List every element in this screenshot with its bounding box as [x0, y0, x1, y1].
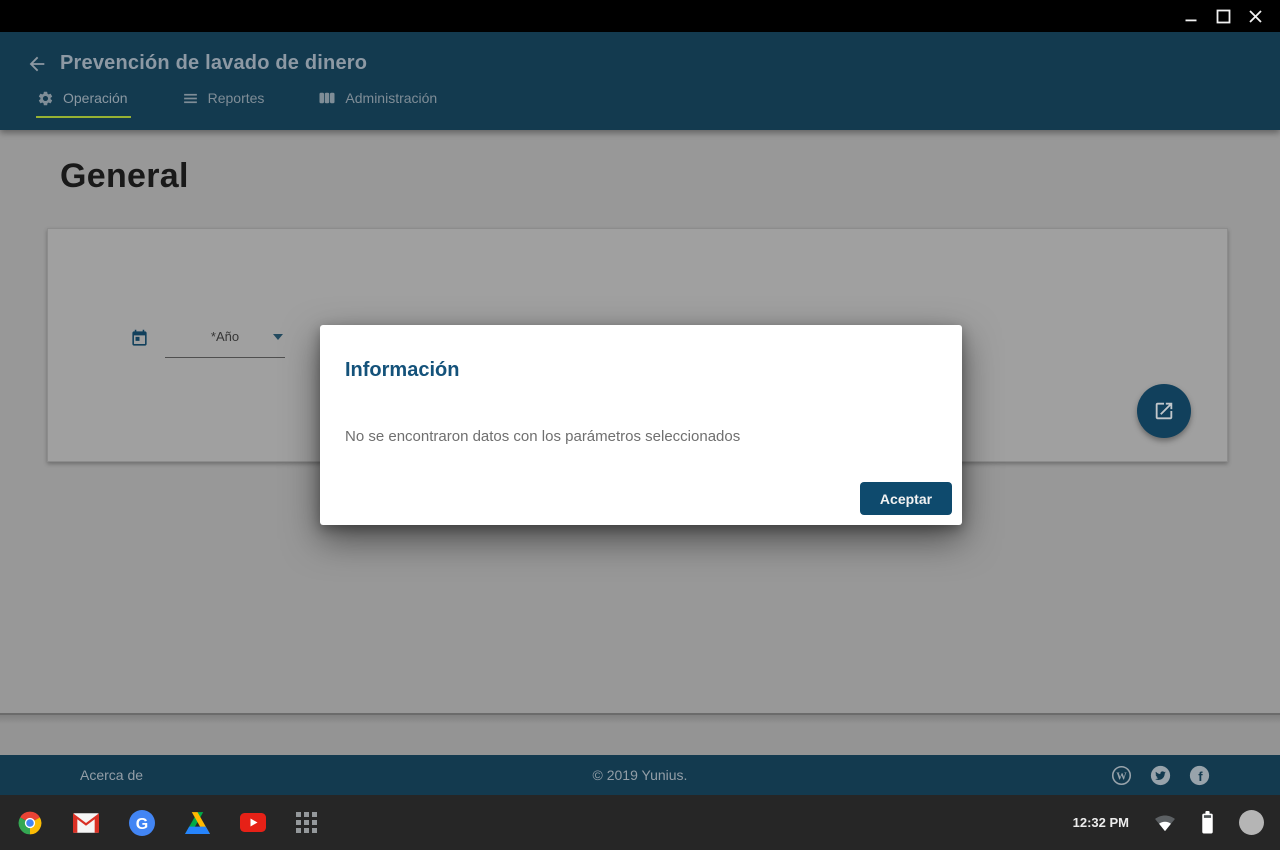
shelf: G 12:32 PM	[0, 795, 1280, 850]
wifi-icon	[1154, 814, 1176, 832]
gear-icon	[37, 90, 54, 107]
facebook-icon: f	[1189, 765, 1210, 786]
tab-bar: Operación Reportes Administración	[0, 87, 1280, 118]
tab-label: Reportes	[208, 90, 265, 106]
svg-text:G: G	[136, 816, 148, 833]
tab-label: Administración	[345, 90, 437, 106]
drive-icon	[185, 812, 210, 834]
gmail-app-button[interactable]	[73, 813, 99, 833]
close-button[interactable]	[1239, 0, 1271, 32]
columns-icon	[318, 89, 336, 107]
minimize-icon	[1184, 9, 1198, 23]
app-footer: Acerca de © 2019 Yunius. W f	[0, 755, 1280, 795]
social-links: W f	[1111, 765, 1210, 786]
dialog-title: Información	[345, 359, 459, 382]
page-header-title: Prevención de lavado de dinero	[60, 52, 367, 75]
screen: Prevención de lavado de dinero Operación…	[0, 0, 1280, 850]
youtube-icon	[240, 813, 266, 832]
google-icon: G	[129, 810, 155, 836]
calendar-icon	[130, 329, 149, 348]
tab-reportes[interactable]: Reportes	[181, 87, 268, 118]
svg-text:W: W	[1116, 771, 1127, 782]
tab-label: Operación	[63, 90, 128, 106]
avatar	[1239, 810, 1264, 835]
year-select-box: *Año	[165, 329, 285, 358]
google-app-button[interactable]: G	[129, 810, 155, 836]
shelf-apps: G	[0, 810, 317, 836]
maximize-icon	[1216, 9, 1231, 24]
app-launcher-button[interactable]	[296, 812, 317, 833]
twitter-icon	[1150, 765, 1171, 786]
arrow-left-icon	[26, 53, 48, 75]
export-fab-button[interactable]	[1137, 384, 1191, 438]
chevron-down-icon	[273, 334, 283, 340]
window-titlebar	[0, 0, 1280, 32]
info-dialog: Información No se encontraron datos con …	[320, 325, 962, 525]
svg-text:f: f	[1198, 769, 1203, 784]
twitter-link[interactable]	[1150, 765, 1171, 786]
accept-button[interactable]: Aceptar	[860, 482, 952, 515]
gmail-icon	[73, 813, 99, 833]
close-icon	[1248, 9, 1263, 24]
open-in-new-icon	[1153, 400, 1175, 422]
status-tray[interactable]: 12:32 PM	[1073, 810, 1280, 835]
minimize-button[interactable]	[1175, 0, 1207, 32]
tab-administracion[interactable]: Administración	[317, 87, 440, 118]
chrome-icon	[17, 810, 43, 836]
app-header: Prevención de lavado de dinero Operación…	[0, 32, 1280, 130]
apps-grid-icon	[296, 812, 317, 833]
tab-operacion[interactable]: Operación	[36, 87, 131, 118]
clock: 12:32 PM	[1073, 815, 1129, 830]
youtube-app-button[interactable]	[240, 813, 266, 832]
wordpress-icon: W	[1111, 765, 1132, 786]
battery-icon	[1201, 811, 1214, 834]
copyright-text: © 2019 Yunius.	[0, 767, 1280, 783]
page-title: General	[60, 157, 189, 196]
list-icon	[182, 90, 199, 107]
dialog-message: No se encontraron datos con los parámetr…	[345, 428, 740, 445]
year-select[interactable]: *Año	[130, 329, 285, 358]
maximize-button[interactable]	[1207, 0, 1239, 32]
wordpress-link[interactable]: W	[1111, 765, 1132, 786]
facebook-link[interactable]: f	[1189, 765, 1210, 786]
content-lower-strip	[0, 713, 1280, 755]
year-select-label: *Año	[211, 329, 239, 344]
chrome-app-button[interactable]	[17, 810, 43, 836]
drive-app-button[interactable]	[185, 812, 210, 834]
back-button[interactable]	[26, 53, 48, 75]
